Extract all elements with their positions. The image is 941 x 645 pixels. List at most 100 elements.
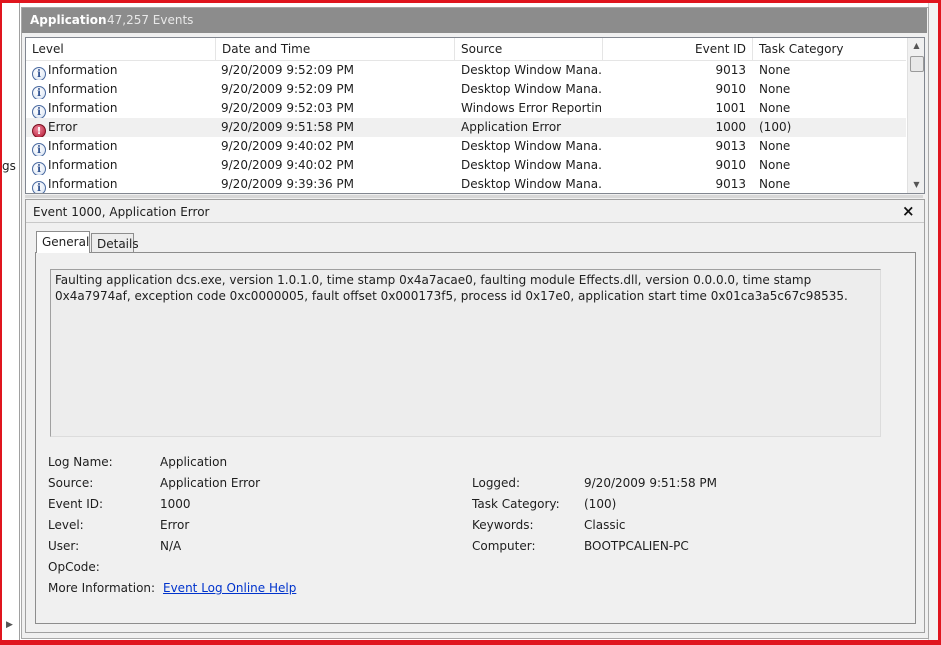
- table-row[interactable]: i Information 9/20/2009 9:40:02 PM Desktop …: [26, 156, 906, 175]
- cell-task-category: None: [759, 139, 791, 153]
- cell-level: i Information: [32, 137, 217, 156]
- level-text: Information: [48, 82, 118, 96]
- right-actions-pane: [928, 3, 938, 640]
- cell-task-category: None: [759, 158, 791, 172]
- cell-event-id: 9010: [715, 82, 746, 96]
- label-opcode: OpCode:: [48, 560, 100, 574]
- value-source: Application Error: [160, 476, 261, 490]
- label-task-category: Task Category:: [472, 497, 560, 511]
- label-more-information: More Information:: [48, 581, 156, 595]
- tab-details[interactable]: Details: [91, 233, 139, 253]
- cell-source: Application Error: [461, 120, 562, 134]
- value-keywords: Classic: [584, 518, 626, 532]
- cell-task-category: None: [759, 177, 791, 191]
- log-title: Application: [30, 13, 107, 27]
- level-text: Information: [48, 63, 118, 77]
- cell-source: Desktop Window Mana...: [461, 63, 601, 77]
- pane-splitter[interactable]: [25, 195, 923, 198]
- cell-level: i Information: [32, 80, 217, 99]
- value-event-id: 1000: [160, 497, 191, 511]
- label-level: Level:: [48, 518, 84, 532]
- cell-date-time: 9/20/2009 9:39:36 PM: [221, 177, 355, 191]
- cell-level: i Information: [32, 156, 217, 175]
- column-header-source[interactable]: Source: [455, 38, 603, 60]
- cell-date-time: 9/20/2009 9:52:09 PM: [221, 82, 355, 96]
- label-logged: Logged:: [472, 476, 521, 490]
- red-frame-top: [0, 0, 941, 3]
- value-computer: BOOTPCALIEN-PC: [584, 539, 689, 553]
- event-count: 47,257 Events: [107, 13, 194, 27]
- column-header-level[interactable]: Level: [26, 38, 216, 60]
- close-icon[interactable]: ×: [902, 202, 915, 220]
- level-text: Information: [48, 101, 118, 115]
- scrollbar-thumb[interactable]: [910, 56, 924, 72]
- table-row[interactable]: i Information 9/20/2009 9:52:09 PM Desktop …: [26, 80, 906, 99]
- scroll-down-arrow-icon[interactable]: ▼: [908, 177, 924, 193]
- info-icon: i: [32, 181, 46, 193]
- level-text: Error: [48, 120, 78, 134]
- error-icon: !: [32, 124, 46, 137]
- divider: [26, 222, 924, 223]
- events-table[interactable]: Level Date and Time Source Event ID Task…: [25, 37, 925, 194]
- log-header-bar: Application 47,257 Events: [22, 8, 927, 33]
- cell-level: i Information: [32, 61, 217, 80]
- cell-source: Desktop Window Mana...: [461, 158, 601, 172]
- cell-date-time: 9/20/2009 9:52:09 PM: [221, 63, 355, 77]
- label-user: User:: [48, 539, 80, 553]
- value-logged: 9/20/2009 9:51:58 PM: [584, 476, 718, 490]
- cell-task-category: None: [759, 82, 791, 96]
- cell-source: Desktop Window Mana...: [461, 139, 601, 153]
- cell-level: ! Error: [32, 118, 217, 137]
- cell-date-time: 9/20/2009 9:40:02 PM: [221, 139, 355, 153]
- event-description-box[interactable]: Faulting application dcs.exe, version 1.…: [50, 269, 881, 437]
- cell-event-id: 9013: [715, 177, 746, 191]
- value-level: Error: [160, 518, 190, 532]
- label-log-name: Log Name:: [48, 455, 113, 469]
- table-header: Level Date and Time Source Event ID Task…: [26, 38, 906, 61]
- label-source: Source:: [48, 476, 94, 490]
- left-navigation-pane[interactable]: gs ▶: [2, 3, 20, 640]
- cell-event-id: 9010: [715, 158, 746, 172]
- scroll-right-arrow-icon[interactable]: ▶: [6, 620, 13, 630]
- table-body: i Information 9/20/2009 9:52:09 PM Desktop …: [26, 61, 906, 193]
- table-row[interactable]: i Information 9/20/2009 9:39:36 PM Desktop …: [26, 175, 906, 193]
- info-icon: i: [32, 105, 46, 118]
- detail-title: Event 1000, Application Error: [33, 205, 210, 219]
- cell-date-time: 9/20/2009 9:52:03 PM: [221, 101, 355, 115]
- red-frame-bottom: [0, 640, 941, 645]
- cell-source: Desktop Window Mana...: [461, 177, 601, 191]
- table-row[interactable]: i Information 9/20/2009 9:40:02 PM Desktop …: [26, 137, 906, 156]
- value-user: N/A: [160, 539, 182, 553]
- label-event-id: Event ID:: [48, 497, 104, 511]
- info-icon: i: [32, 143, 46, 156]
- table-row[interactable]: ! Error 9/20/2009 9:51:58 PM Application Er…: [26, 118, 906, 137]
- info-icon: i: [32, 67, 46, 80]
- table-row[interactable]: i Information 9/20/2009 9:52:09 PM Desktop …: [26, 61, 906, 80]
- column-header-event-id[interactable]: Event ID: [603, 38, 753, 60]
- value-log-name: Application: [160, 455, 228, 469]
- tab-general[interactable]: General: [36, 231, 90, 253]
- column-header-date-time[interactable]: Date and Time: [216, 38, 455, 60]
- cell-task-category: None: [759, 101, 791, 115]
- table-row[interactable]: i Information 9/20/2009 9:52:03 PM Windows …: [26, 99, 906, 118]
- cell-event-id: 1001: [715, 101, 746, 115]
- cell-level: i Information: [32, 99, 217, 118]
- label-computer: Computer:: [472, 539, 536, 553]
- nav-partial-label: gs: [2, 159, 16, 173]
- cell-date-time: 9/20/2009 9:40:02 PM: [221, 158, 355, 172]
- level-text: Information: [48, 177, 118, 191]
- scroll-up-arrow-icon[interactable]: ▲: [908, 38, 924, 54]
- event-log-online-help-link[interactable]: Event Log Online Help: [163, 581, 296, 595]
- label-keywords: Keywords:: [472, 518, 534, 532]
- info-icon: i: [32, 162, 46, 175]
- table-scrollbar[interactable]: ▲ ▼: [907, 38, 924, 193]
- general-tab-panel: Faulting application dcs.exe, version 1.…: [35, 252, 916, 624]
- cell-source: Desktop Window Mana...: [461, 82, 601, 96]
- cell-task-category: (100): [759, 120, 792, 134]
- level-text: Information: [48, 158, 118, 172]
- cell-source: Windows Error Reporting: [461, 101, 601, 115]
- cell-event-id: 9013: [715, 63, 746, 77]
- info-icon: i: [32, 86, 46, 99]
- column-header-task-category[interactable]: Task Category: [753, 38, 906, 60]
- cell-task-category: None: [759, 63, 791, 77]
